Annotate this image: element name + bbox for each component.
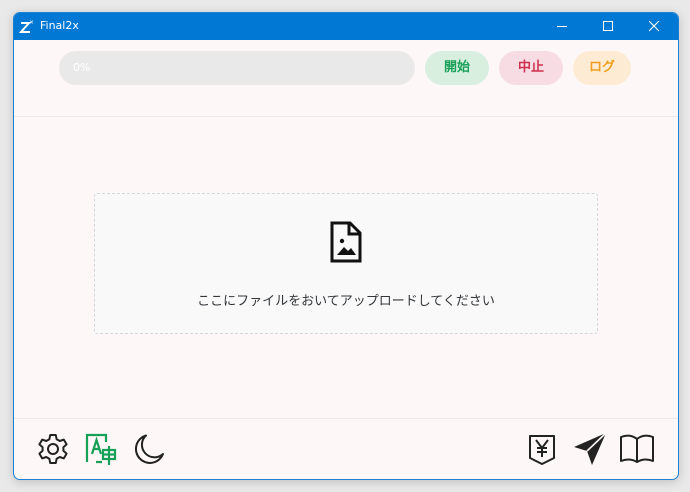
progress-bar: 0% [59,51,415,85]
svg-text:×: × [29,19,34,26]
app-window: × Final2x 0% 開始 中止 ログ ここにファイルをおいてアップロードし… [13,12,679,480]
bottom-bar [14,418,678,479]
close-icon [649,21,660,32]
drop-zone-text: ここにファイルをおいてアップロードしてください [197,294,495,309]
image-file-icon [330,221,362,263]
start-button[interactable]: 開始 [425,51,489,85]
log-button[interactable]: ログ [573,51,631,85]
toolbar: 0% 開始 中止 ログ [14,40,678,117]
book-icon[interactable] [619,432,655,466]
app-logo-icon: × [19,19,34,33]
moon-icon[interactable] [132,432,166,466]
progress-label: 0% [73,61,91,74]
title-bar[interactable]: × Final2x [14,13,678,40]
close-button[interactable] [632,13,678,40]
gear-icon[interactable] [36,432,70,466]
stop-button[interactable]: 中止 [499,51,563,85]
window-title: Final2x [40,19,79,32]
minimize-icon [557,26,567,27]
maximize-icon [603,21,613,31]
maximize-button[interactable] [586,13,632,40]
send-icon[interactable] [572,431,608,467]
minimize-button[interactable] [540,13,586,40]
yen-icon[interactable] [526,432,558,466]
file-drop-zone[interactable]: ここにファイルをおいてアップロードしてください [94,193,598,334]
translate-icon[interactable] [84,432,118,466]
